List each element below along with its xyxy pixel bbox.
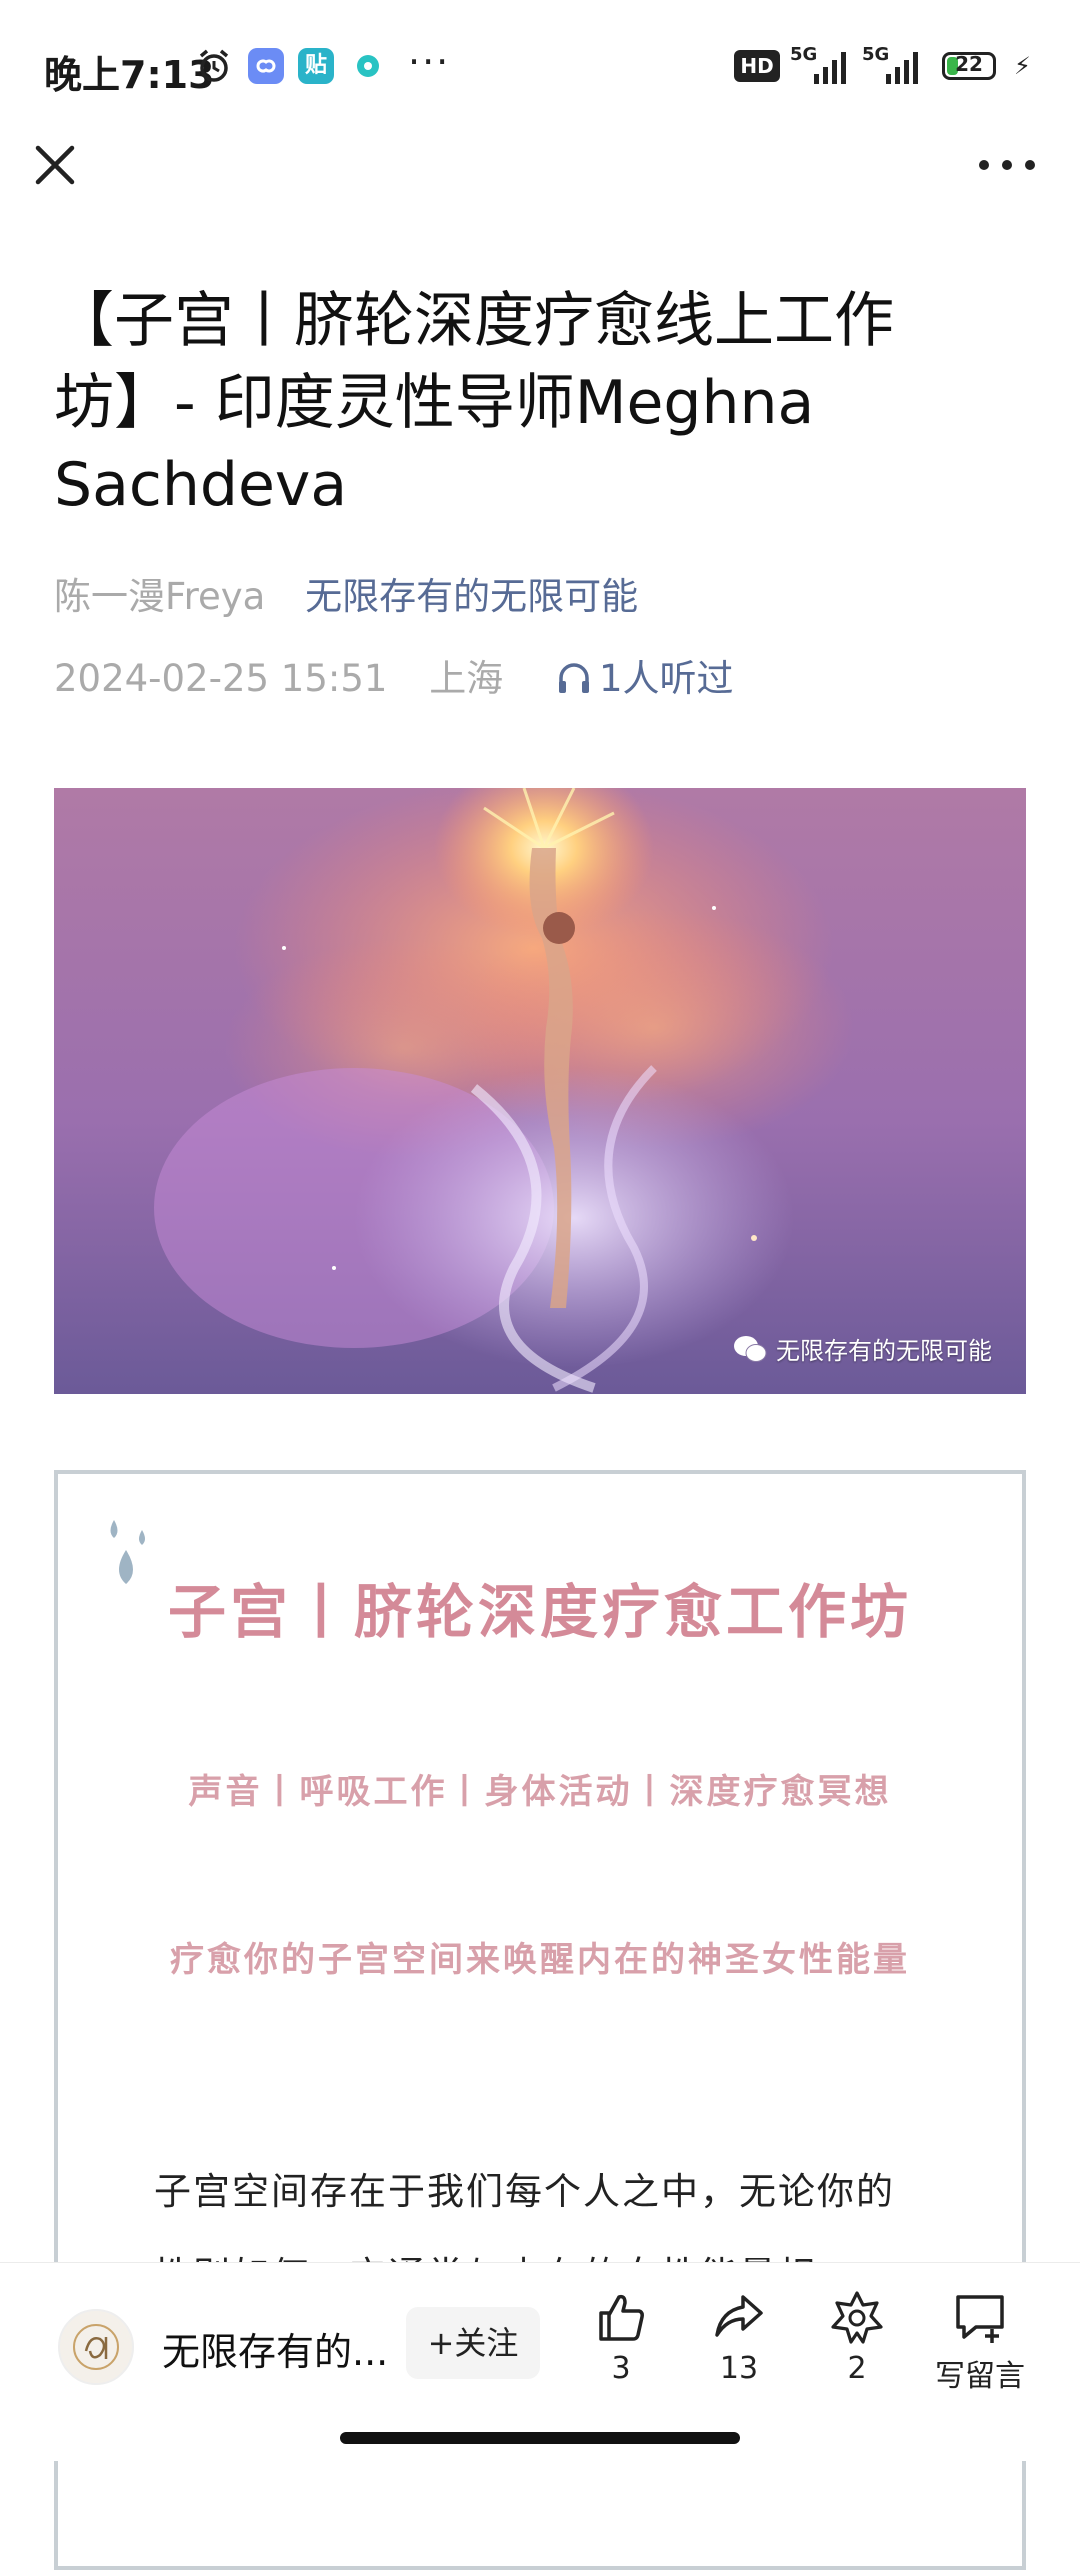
account-link[interactable]: 无限存有的无限可能 xyxy=(305,575,638,618)
charging-icon: ⚡ xyxy=(1014,52,1031,80)
comment-label: 写留言 xyxy=(935,2359,1025,2394)
article-meta: 陈一漫Freya 无限存有的无限可能 xyxy=(54,566,638,620)
signal-icon xyxy=(814,52,846,84)
hero-image[interactable]: 无限存有的无限可能 xyxy=(54,788,1026,1394)
follow-button[interactable]: +关注 xyxy=(406,2307,540,2379)
listen-count-text: 1人听过 xyxy=(598,657,734,700)
avatar-logo-icon xyxy=(73,2324,119,2370)
publish-date: 2024-02-25 15:51 xyxy=(54,657,388,700)
wow-flower-icon xyxy=(831,2291,883,2344)
comment-button[interactable]: 写留言 xyxy=(920,2289,1040,2395)
alarm-icon xyxy=(199,49,229,82)
like-button[interactable]: 3 xyxy=(576,2289,666,2386)
signal-icon-2 xyxy=(886,52,918,84)
battery-level: 22 xyxy=(955,52,983,76)
card-title: 子宫丨脐轮深度疗愈工作坊 xyxy=(167,1578,912,1646)
article-title: 【子宫丨脐轮深度疗愈线上工作坊】- 印度灵性导师Meghna Sachdeva xyxy=(54,286,894,520)
listen-count[interactable]: 1人听过 xyxy=(555,657,734,700)
card-subtitle-2: 疗愈你的子宫空间来唤醒内在的神圣女性能量 xyxy=(170,1940,910,1980)
close-icon[interactable] xyxy=(26,136,84,194)
home-indicator[interactable] xyxy=(340,2432,740,2444)
like-count: 3 xyxy=(611,2351,631,2386)
account-avatar[interactable] xyxy=(58,2309,134,2385)
status-bar: 晚上7:13 贴 ··· HD 5G 5G 22 ⚡ xyxy=(0,0,1080,130)
image-watermark: 无限存有的无限可能 xyxy=(732,1331,992,1366)
wechat-icon xyxy=(734,1335,767,1362)
status-time: 晚上7:13 xyxy=(44,53,215,97)
watermark-text: 无限存有的无限可能 xyxy=(776,1337,992,1365)
bottom-account-name[interactable]: 无限存有的... xyxy=(162,2321,388,2376)
wow-button[interactable]: 2 xyxy=(812,2289,902,2386)
share-count: 13 xyxy=(719,2351,759,2386)
comment-icon xyxy=(956,2295,1004,2343)
article-date-row: 2024-02-25 15:51 上海 1人听过 xyxy=(54,648,734,702)
wow-count: 2 xyxy=(847,2351,867,2386)
app-dot-icon xyxy=(357,55,379,77)
hd-voice-badge: HD xyxy=(734,50,780,82)
share-icon xyxy=(715,2295,763,2337)
hero-illustration xyxy=(54,788,1026,1394)
publish-location: 上海 xyxy=(429,657,504,700)
status-overflow: ··· xyxy=(408,40,451,84)
card-subtitle-1: 声音丨呼吸工作丨身体活动丨深度疗愈冥想 xyxy=(188,1772,892,1812)
author-name: 陈一漫Freya xyxy=(54,575,266,618)
battery-icon: 22 xyxy=(942,52,996,80)
app-tieba-icon: 贴 xyxy=(298,48,334,84)
headphones-icon xyxy=(558,663,589,693)
more-icon[interactable] xyxy=(972,140,1042,190)
app-link-icon xyxy=(248,48,284,84)
thumbs-up-icon xyxy=(599,2294,644,2341)
share-button[interactable]: 13 xyxy=(694,2289,784,2386)
